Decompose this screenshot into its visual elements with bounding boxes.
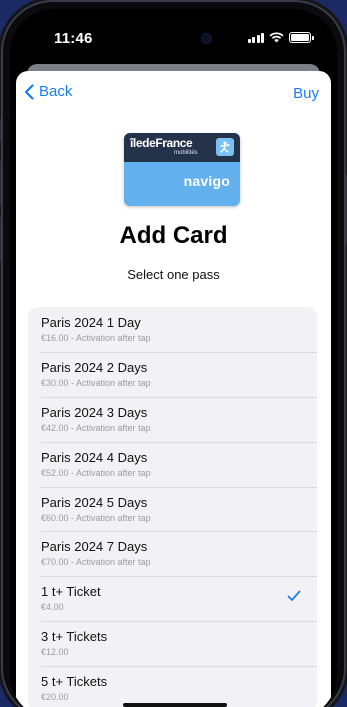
pass-detail: €12.00 — [41, 647, 69, 658]
pass-detail: €4.00 — [41, 602, 64, 613]
pass-detail: €42.00 - Activation after tap — [41, 422, 151, 433]
pass-row[interactable]: Paris 2024 5 Days €60.00 - Activation aft… — [28, 486, 317, 532]
page-title: Add Card — [119, 222, 228, 249]
pass-name: Paris 2024 4 Days — [41, 449, 148, 465]
card-product: navigo — [183, 173, 230, 189]
battery-icon — [289, 32, 314, 43]
battery-level — [291, 34, 309, 41]
pass-row[interactable]: Paris 2024 1 Day €16.00 - Activation afte… — [28, 307, 317, 352]
pass-name: 5 t+ Tickets — [41, 674, 108, 690]
add-card-sheet: Back Buy îledeFrance mobilités navigo Ad… — [16, 71, 331, 707]
pass-detail: €16.00 - Activation after tap — [41, 333, 151, 343]
back-button[interactable]: Back — [24, 83, 72, 100]
back-label: Back — [39, 83, 73, 100]
pass-row[interactable]: 3 t+ Tickets €12.00 — [28, 621, 317, 666]
card-brand: îledeFrance — [130, 136, 193, 150]
pass-name: Paris 2024 2 Days — [41, 359, 148, 375]
pass-row[interactable]: Paris 2024 7 Days €70.00 - Activation aft… — [28, 531, 317, 576]
pass-detail: €20.00 — [41, 692, 69, 703]
dynamic-island — [131, 24, 222, 53]
pass-row[interactable]: Paris 2024 3 Days €42.00 - Activation aft… — [28, 396, 317, 442]
action-button — [0, 118, 1, 142]
pass-list: Paris 2024 1 Day €16.00 - Activation afte… — [28, 307, 317, 707]
idf-logo-icon — [216, 138, 234, 156]
volume-down-button — [0, 216, 1, 262]
pass-name: Paris 2024 5 Days — [41, 494, 148, 510]
pass-row[interactable]: 1 t+ Ticket €4.00 — [28, 576, 317, 621]
pass-row[interactable]: Paris 2024 4 Days €52.00 - Activation aft… — [28, 441, 317, 487]
pass-detail: €70.00 - Activation after tap — [41, 557, 151, 568]
card-brand-sub: mobilités — [174, 150, 198, 156]
pass-row[interactable]: Paris 2024 2 Days €30.00 - Activation aft… — [28, 351, 317, 397]
buy-button[interactable]: Buy — [293, 85, 319, 102]
pass-detail: €60.00 - Activation after tap — [41, 512, 151, 523]
pass-row[interactable]: 5 t+ Tickets €20.00 — [28, 666, 317, 707]
volume-up-button — [0, 160, 1, 206]
wifi-icon — [269, 32, 284, 43]
nav-bar: Back Buy — [16, 71, 331, 115]
pass-name: 1 t+ Ticket — [41, 584, 101, 600]
page-subtitle: Select one pass — [127, 267, 220, 282]
status-bar: 11:46 — [10, 9, 337, 63]
pass-name: Paris 2024 1 Day — [41, 315, 141, 330]
home-indicator[interactable] — [123, 703, 227, 707]
pass-name: Paris 2024 3 Days — [41, 404, 148, 420]
card-header: îledeFrance mobilités — [124, 133, 240, 162]
checkmark-icon — [287, 590, 301, 602]
navigo-card-image: îledeFrance mobilités navigo — [124, 133, 240, 206]
status-icons — [247, 32, 314, 43]
pass-detail: €52.00 - Activation after tap — [41, 467, 151, 478]
pass-name: 3 t+ Tickets — [41, 629, 108, 645]
signal-icon — [247, 32, 264, 43]
pass-detail: €30.00 - Activation after tap — [41, 377, 151, 388]
screen: 11:46 Back Buy îledeFrance mobilités nav… — [10, 9, 337, 707]
chevron-left-icon — [24, 83, 34, 100]
camera-dot — [201, 33, 212, 44]
status-time: 11:46 — [54, 30, 93, 47]
phone-frame: 11:46 Back Buy îledeFrance mobilités nav… — [0, 0, 347, 707]
pass-name: Paris 2024 7 Days — [41, 539, 148, 555]
